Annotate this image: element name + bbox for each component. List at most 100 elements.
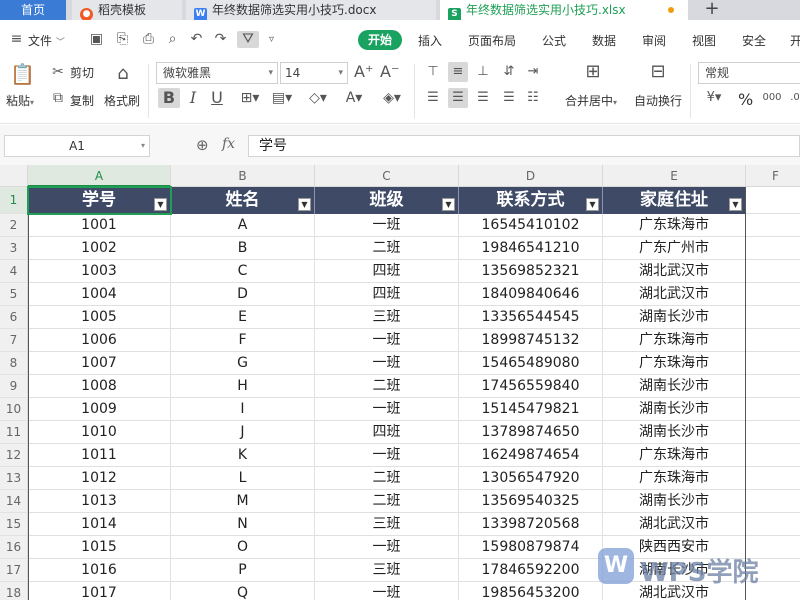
align-center-icon[interactable]: ☰ [448, 88, 468, 108]
row-header[interactable]: 2 [0, 214, 28, 237]
undo-icon[interactable]: ↶ [188, 31, 205, 48]
row-header[interactable]: 16 [0, 536, 28, 559]
table-cell[interactable]: 1016 [28, 559, 171, 582]
wrap-text-button[interactable]: 自动换行 [634, 92, 682, 109]
table-cell[interactable] [746, 444, 800, 467]
filter-dropdown-icon[interactable]: ▼ [586, 198, 599, 211]
print-preview-icon[interactable]: ⌕ [164, 31, 181, 48]
table-cell[interactable]: 三班 [315, 513, 459, 536]
table-cell[interactable]: 13569852321 [459, 260, 603, 283]
table-cell[interactable]: 1012 [28, 467, 171, 490]
zoom-formula-icon[interactable]: ⊕ [196, 136, 209, 154]
table-cell[interactable]: 广东广州市 [603, 237, 746, 260]
table-cell[interactable]: L [171, 467, 315, 490]
decimal-icon[interactable]: .0 [788, 88, 800, 108]
table-cell[interactable]: P [171, 559, 315, 582]
table-header-cell[interactable]: 姓名 ▼ [171, 187, 315, 214]
table-cell[interactable]: 广东珠海市 [603, 329, 746, 352]
menu-page-layout[interactable]: 页面布局 [468, 32, 516, 49]
table-cell[interactable]: 13398720568 [459, 513, 603, 536]
align-top-icon[interactable]: ⊤ [424, 62, 442, 82]
merge-center-icon[interactable]: ⊞ [580, 62, 606, 82]
align-bottom-icon[interactable]: ⊥ [474, 62, 492, 82]
table-cell[interactable]: 13356544545 [459, 306, 603, 329]
table-cell[interactable]: O [171, 536, 315, 559]
table-cell[interactable]: 一班 [315, 536, 459, 559]
table-cell[interactable]: 13789874650 [459, 421, 603, 444]
table-cell[interactable]: 15465489080 [459, 352, 603, 375]
table-cell[interactable]: 广东珠海市 [603, 352, 746, 375]
distributed-icon[interactable]: ☷ [524, 88, 542, 108]
table-cell[interactable]: 15980879874 [459, 536, 603, 559]
table-cell[interactable]: 19856453200 [459, 582, 603, 600]
table-cell[interactable]: 湖南长沙市 [603, 398, 746, 421]
tab-docer-templates[interactable]: ● 稻壳模板 [72, 0, 182, 20]
menu-start[interactable]: 开始 [358, 30, 402, 50]
table-cell[interactable] [746, 329, 800, 352]
column-header-f[interactable]: F [746, 165, 800, 187]
column-header-c[interactable]: C [315, 165, 459, 187]
table-cell[interactable]: M [171, 490, 315, 513]
thousands-separator-icon[interactable]: 000 [762, 88, 782, 108]
table-cell[interactable]: 湖南长沙市 [603, 306, 746, 329]
table-cell[interactable]: 四班 [315, 260, 459, 283]
table-cell[interactable]: H [171, 375, 315, 398]
hamburger-menu-icon[interactable]: ≡ [8, 31, 25, 48]
font-size-select[interactable]: 14 ▾ [280, 62, 348, 84]
menu-insert[interactable]: 插入 [418, 32, 442, 49]
table-cell[interactable]: 1010 [28, 421, 171, 444]
table-cell[interactable]: 一班 [315, 352, 459, 375]
align-middle-icon[interactable]: ≡ [448, 62, 468, 82]
table-cell[interactable] [746, 375, 800, 398]
table-cell[interactable]: 1006 [28, 329, 171, 352]
wrap-text-icon[interactable]: ⊟ [645, 62, 671, 82]
row-header[interactable]: 12 [0, 444, 28, 467]
table-cell[interactable]: 湖北武汉市 [603, 260, 746, 283]
underline-icon[interactable]: U [208, 88, 226, 108]
table-cell[interactable]: Q [171, 582, 315, 600]
table-cell[interactable]: 二班 [315, 467, 459, 490]
table-cell[interactable]: G [171, 352, 315, 375]
export-icon[interactable]: ⎘ [114, 31, 131, 48]
filter-dropdown-icon[interactable]: ▼ [729, 198, 742, 211]
align-right-icon[interactable]: ☰ [474, 88, 492, 108]
table-cell[interactable] [746, 187, 800, 214]
eraser-icon[interactable]: ◈▾ [380, 88, 404, 108]
print-icon[interactable]: ⎙ [140, 31, 157, 48]
table-cell[interactable]: 四班 [315, 283, 459, 306]
font-name-select[interactable]: 微软雅黑 ▾ [156, 62, 278, 84]
paste-icon[interactable]: 📋 [10, 64, 35, 84]
insert-function-button[interactable]: fx [222, 136, 235, 152]
row-header[interactable]: 14 [0, 490, 28, 513]
new-tab-button[interactable]: + [700, 0, 724, 20]
decrease-font-icon[interactable]: A⁻ [380, 62, 399, 82]
table-cell[interactable]: 17846592200 [459, 559, 603, 582]
table-cell[interactable]: 19846541210 [459, 237, 603, 260]
paste-button[interactable]: 粘贴▾ [6, 92, 34, 109]
row-header[interactable]: 8 [0, 352, 28, 375]
table-cell[interactable]: 1011 [28, 444, 171, 467]
table-header-cell[interactable]: 学号 ▼ [28, 187, 171, 214]
table-cell[interactable]: K [171, 444, 315, 467]
row-header[interactable]: 3 [0, 237, 28, 260]
tab-docx-file[interactable]: W 年终数据筛选实用小技巧.docx [186, 0, 436, 20]
table-cell[interactable]: 二班 [315, 237, 459, 260]
row-header[interactable]: 10 [0, 398, 28, 421]
table-cell[interactable]: 一班 [315, 582, 459, 600]
font-color-icon[interactable]: A▾ [342, 88, 366, 108]
table-cell[interactable]: 16249874654 [459, 444, 603, 467]
menu-file[interactable]: 文件 ﹀ [28, 32, 65, 49]
row-header[interactable]: 5 [0, 283, 28, 306]
table-cell[interactable]: A [171, 214, 315, 237]
table-cell[interactable]: 湖北武汉市 [603, 283, 746, 306]
row-header[interactable]: 15 [0, 513, 28, 536]
table-cell[interactable] [746, 398, 800, 421]
table-cell[interactable]: 广东珠海市 [603, 214, 746, 237]
table-cell[interactable]: 1009 [28, 398, 171, 421]
tab-home[interactable]: 首页 [0, 0, 66, 20]
table-cell[interactable]: 1014 [28, 513, 171, 536]
table-cell[interactable]: 一班 [315, 329, 459, 352]
table-cell[interactable]: 湖南长沙市 [603, 375, 746, 398]
filter-dropdown-icon[interactable]: ▼ [298, 198, 311, 211]
table-cell[interactable] [746, 467, 800, 490]
